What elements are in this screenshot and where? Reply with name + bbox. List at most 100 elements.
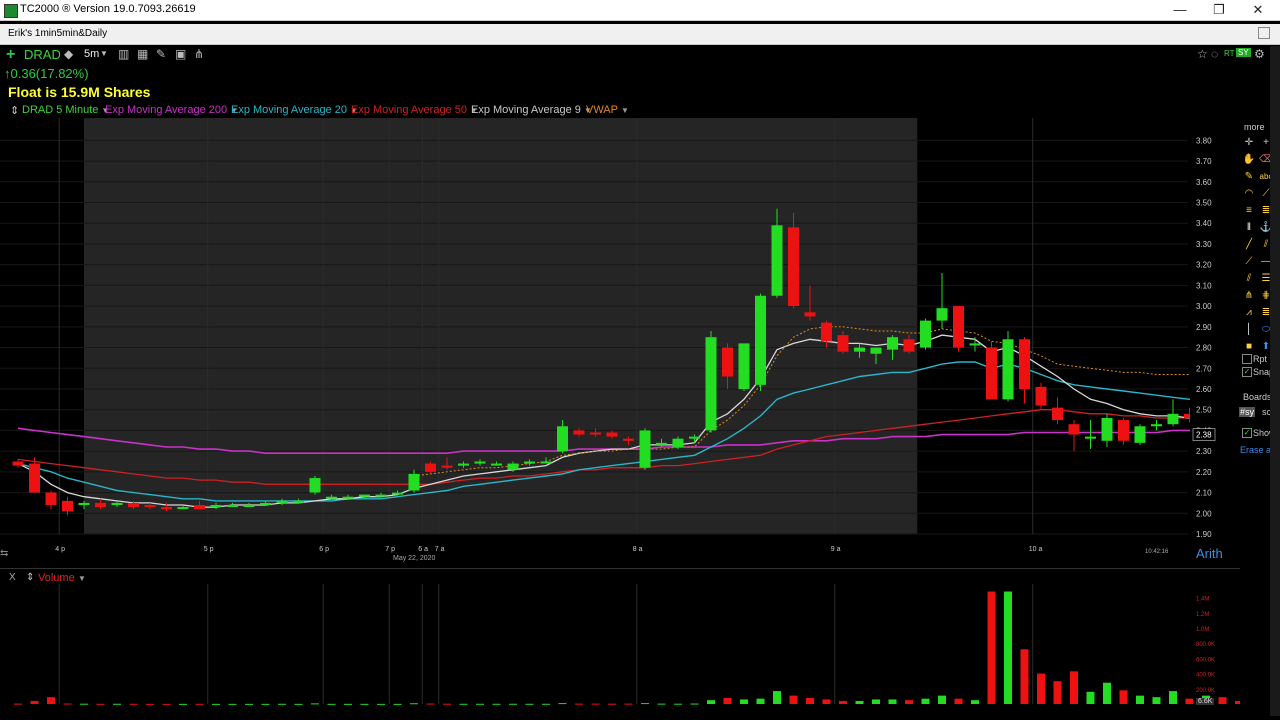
volume-bar (1136, 695, 1144, 704)
chart-refresh-icon[interactable]: ⇆ (0, 548, 8, 559)
rpt-checkbox[interactable] (1242, 354, 1252, 364)
add-plus-icon[interactable]: + (6, 46, 15, 64)
legend-ema50[interactable]: Exp Moving Average 50 ▼ (351, 104, 478, 116)
price-chart[interactable]: 3.80 3.70 3.60 3.50 3.40 3.30 3.20 3.10 3.00 2.90… (0, 118, 1240, 568)
snap-checkbox[interactable]: ✓ (1242, 367, 1252, 377)
x-tick-label: 5 p (204, 546, 214, 553)
volume-bar (921, 698, 930, 704)
volume-bar (971, 700, 979, 704)
symbol-label[interactable]: DRAD (24, 47, 61, 62)
share-icon[interactable]: ⋔ (194, 47, 204, 61)
indicator-legend: ⇕ DRAD 5 Minute ▼ Exp Moving Average 200 ▼… (0, 104, 1240, 118)
volume-bar (212, 703, 220, 705)
maximize-button[interactable]: ❐ (1199, 1, 1239, 19)
y-tick-label: 2.50 (1196, 406, 1212, 415)
volume-bar (1086, 691, 1095, 704)
legend-vwap[interactable]: VWAP ▼ (586, 104, 629, 116)
link-icon[interactable]: ◆ (64, 47, 73, 61)
scale-mode[interactable]: Arith (1196, 546, 1223, 561)
candle-body (194, 504, 205, 510)
y-tick-label: 2.30 (1196, 447, 1212, 456)
candle-body (29, 463, 40, 493)
volume-bar (740, 699, 748, 704)
vertical-lines-icon[interactable]: ‖ (1242, 222, 1256, 234)
restore-layout-icon[interactable] (1258, 27, 1270, 39)
crosshair-icon[interactable]: ✛ (1242, 137, 1256, 149)
camera-icon[interactable]: ▣ (175, 47, 186, 61)
candle-body (1118, 420, 1129, 441)
parallel-lines-icon[interactable]: ⫽ (1242, 273, 1256, 285)
chevron-down-icon[interactable]: ▼ (78, 574, 86, 583)
boards-label[interactable]: Boards (1243, 392, 1272, 402)
volume-scrollbar[interactable] (1270, 568, 1280, 716)
star-icon[interactable]: ☆ (1197, 47, 1208, 61)
legend-ema20[interactable]: Exp Moving Average 20 ▼ (231, 104, 358, 116)
legend-ema200[interactable]: Exp Moving Average 200 ▼ (105, 104, 238, 116)
volume-close-button[interactable]: X (9, 572, 16, 583)
volume-bar (63, 703, 72, 705)
layout-grid-icon[interactable]: ▦ (137, 47, 148, 61)
candle-body (1151, 424, 1162, 427)
app-icon (4, 4, 18, 18)
volume-bar (426, 703, 435, 705)
volume-tick-label: 600.0K (1196, 657, 1215, 663)
volume-tick-label: 800.0K (1196, 642, 1215, 648)
volume-bar (723, 697, 732, 704)
pitchfork-icon[interactable]: ⋔ (1242, 290, 1256, 302)
hand-icon[interactable]: ✋ (1242, 154, 1256, 166)
volume-title[interactable]: Volume (38, 572, 75, 584)
minimize-button[interactable]: — (1160, 1, 1200, 19)
volume-bar (195, 703, 204, 705)
candle-body (854, 347, 865, 352)
volume-bar (608, 703, 616, 705)
interval-dropdown-icon[interactable]: ▼ (100, 49, 108, 58)
bars-icon[interactable]: ▥ (118, 47, 129, 61)
volume-bar (360, 703, 369, 705)
volume-bar (839, 700, 847, 704)
candle-body (62, 500, 73, 512)
speed-lines-icon[interactable]: ⩘ (1242, 307, 1256, 319)
layout-name[interactable]: Erik's 1min5min&Daily (8, 28, 107, 39)
rpt-label: Rpt (1253, 354, 1268, 364)
legend-drag-icon[interactable]: ⇕ (10, 104, 19, 117)
chart-note: Float is 15.9M Shares (8, 84, 151, 100)
volume-bar (987, 591, 996, 704)
volume-bar (30, 700, 39, 704)
chevron-down-icon[interactable]: ▼ (621, 106, 629, 115)
sync-badge[interactable]: SY (1236, 48, 1251, 57)
legend-ema9[interactable]: Exp Moving Average 9 ▼ (471, 104, 592, 116)
trendline-icon[interactable]: ╱ (1242, 239, 1256, 251)
arc-icon[interactable]: ◠ (1242, 188, 1256, 200)
volume-chart[interactable]: 1.4M 1.2M 1.0M 800.0K 600.0K 400.0K 200.0K (0, 584, 1240, 716)
candle-body (936, 308, 948, 321)
more-tools-link[interactable]: more (1244, 122, 1265, 132)
volume-bar (789, 695, 798, 704)
candle-body (161, 507, 172, 510)
volume-bar (459, 703, 468, 705)
candle-body (1101, 417, 1113, 441)
interval-selector[interactable]: 5m (84, 48, 99, 60)
candle-body (821, 322, 832, 342)
candle-body (1019, 339, 1030, 389)
pencil-icon[interactable]: ✎ (156, 47, 166, 61)
board-tag[interactable]: #sy (1239, 407, 1256, 417)
volume-bar (162, 703, 171, 705)
chart-scrollbar[interactable] (1270, 46, 1280, 568)
ray-icon[interactable]: ⟋ (1242, 256, 1256, 268)
volume-bar (261, 703, 270, 705)
close-button[interactable]: ✕ (1238, 1, 1278, 19)
candle-body (755, 295, 766, 385)
fib-retracement-icon[interactable]: ≡ (1242, 205, 1256, 217)
volume-drag-icon[interactable]: ⇕ (26, 572, 34, 583)
show-checkbox[interactable]: ✓ (1242, 428, 1252, 438)
candle-body (524, 461, 535, 464)
settings-icon[interactable]: ⚙ (1254, 47, 1265, 61)
legend-price[interactable]: DRAD 5 Minute ▼ (22, 104, 109, 116)
alert-icon[interactable]: ◌ (1211, 47, 1218, 61)
vertical-line-icon[interactable]: │ (1242, 324, 1256, 336)
rectangle-icon[interactable]: ■ (1242, 341, 1256, 353)
price-change: ↑0.36(17.82%) (4, 66, 89, 81)
volume-bar (558, 703, 567, 705)
candle-body (557, 426, 568, 452)
note-icon[interactable]: ✎ (1242, 171, 1256, 183)
